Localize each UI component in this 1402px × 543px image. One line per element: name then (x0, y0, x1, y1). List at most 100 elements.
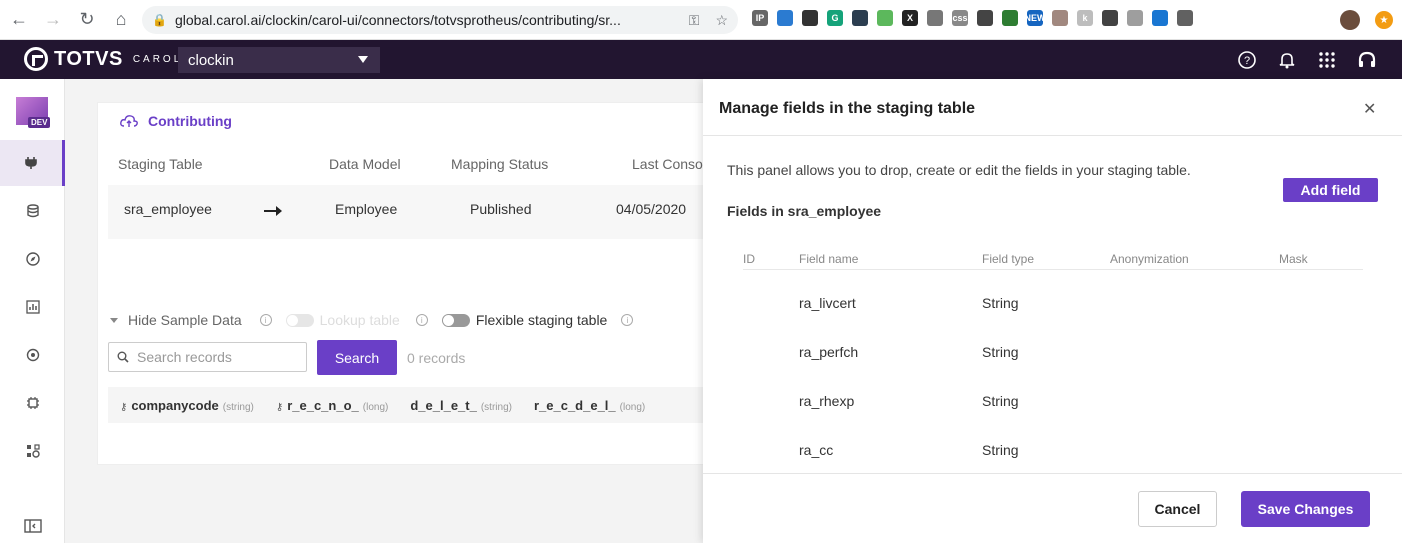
css-ext-icon[interactable]: css (952, 10, 968, 26)
info-icon[interactable]: i (415, 314, 428, 326)
header-id: ID (743, 252, 755, 266)
search-button[interactable]: Search (317, 340, 397, 375)
column-type: (string) (480, 401, 512, 413)
bell-icon[interactable] (1277, 50, 1297, 70)
env-tag: DEV (28, 117, 51, 128)
star-icon[interactable]: ☆ (715, 12, 728, 29)
field-name: ra_rhexp (799, 393, 855, 409)
k-ext-icon[interactable]: k (1077, 10, 1093, 26)
tenant-select[interactable]: clockin (178, 47, 380, 73)
panel-title: Manage fields in the staging table (719, 100, 976, 117)
sample-column-header[interactable]: r_e_c_d_e_l_ (long) (534, 398, 645, 413)
update-badge-icon[interactable]: ★ (1375, 11, 1393, 29)
cell-staging-table[interactable]: sra_employee (124, 201, 212, 217)
search-records-input[interactable]: Search records (108, 342, 307, 372)
tenant-value: clockin (188, 51, 234, 69)
extension-label: NEW (1024, 13, 1046, 23)
contrast-ext-icon[interactable] (1102, 10, 1118, 26)
field-row[interactable]: ra_rhexp String (743, 382, 1363, 431)
user-headset-icon[interactable] (1357, 50, 1377, 70)
column-name: r_e_c_d_e_l_ (533, 397, 616, 413)
column-name: companycode (131, 397, 219, 413)
home-icon[interactable]: ⌂ (106, 5, 136, 35)
qr-ext-icon[interactable] (802, 10, 818, 26)
extension-label: X (906, 13, 913, 23)
grid-ext-icon[interactable] (1152, 10, 1168, 26)
divider (743, 269, 1363, 270)
field-row[interactable]: ra_perfch String (743, 333, 1363, 382)
cloud-upload-icon (120, 115, 138, 127)
url-text: global.carol.ai/clockin/carol-ui/connect… (174, 12, 621, 28)
col-header-mapping-status: Mapping Status (451, 156, 549, 172)
totvs-logo: TOTVS CAROL (24, 47, 182, 71)
flexible-staging-table-switch[interactable] (441, 313, 470, 327)
contributing-card: Contributing Staging Table Data Model Ma… (97, 102, 708, 465)
card-title: Contributing (120, 113, 232, 129)
divider (703, 135, 1402, 136)
lookup-table-switch (285, 313, 314, 327)
cancel-button[interactable]: Cancel (1138, 491, 1217, 527)
column-name: d_e_l_e_t_ (410, 397, 477, 413)
header-field-type: Field type (982, 252, 1035, 266)
lock-icon: 🔒 (152, 13, 167, 27)
fields-subtitle: Fields in sra_employee (727, 203, 882, 219)
chip-icon[interactable] (0, 380, 65, 426)
back-arrow-icon[interactable]: ← (4, 5, 34, 35)
puzzle-ext-icon[interactable] (1002, 10, 1018, 26)
save-changes-button[interactable]: Save Changes (1241, 491, 1370, 527)
search-icon (117, 351, 129, 363)
add-field-button[interactable]: Add field (1283, 178, 1378, 202)
sheet-ext-icon[interactable] (877, 10, 893, 26)
key-icon: ⚷ (120, 401, 128, 413)
extension-label: k (1082, 13, 1088, 23)
compass-icon[interactable] (0, 236, 65, 282)
calendar-ext-icon[interactable] (777, 10, 793, 26)
field-name: ra_cc (799, 442, 834, 458)
hide-sample-data-toggle[interactable]: Hide Sample Data (128, 312, 242, 328)
apps-grid-icon[interactable] (1317, 50, 1337, 70)
totvs-logo-mark (24, 47, 48, 71)
ip-ext-icon[interactable]: IP (752, 10, 768, 26)
bulb-ext-icon[interactable] (927, 10, 943, 26)
address-bar[interactable]: 🔒 global.carol.ai/clockin/carol-ui/conne… (142, 6, 738, 34)
caret-down-icon[interactable] (110, 317, 118, 323)
sample-column-header[interactable]: d_e_l_e_t_ (string) (410, 398, 512, 413)
dark-ext-icon[interactable] (852, 10, 868, 26)
header-mask: Mask (1279, 252, 1308, 266)
search-placeholder: Search records (137, 349, 232, 365)
sample-column-header[interactable]: ⚷ companycode (string) (120, 398, 254, 413)
sample-column-header[interactable]: ⚷ r_e_c_n_o_ (long) (276, 398, 388, 413)
extension-label: IP (755, 13, 765, 23)
key-icon[interactable]: ⚿ (689, 12, 700, 29)
field-type: String (982, 442, 1019, 458)
circle-ext-icon[interactable] (1177, 10, 1193, 26)
camera-ext-icon[interactable] (1127, 10, 1143, 26)
new-ext-icon[interactable]: NEW (1024, 10, 1046, 26)
book-ext-icon[interactable] (977, 10, 993, 26)
forward-arrow-icon[interactable]: → (38, 5, 68, 35)
ai-icon[interactable] (0, 332, 65, 378)
field-type: String (982, 393, 1019, 409)
box-ext-icon[interactable] (1052, 10, 1068, 26)
reload-icon[interactable]: ↻ (72, 5, 102, 35)
cell-mapping-status: Published (470, 201, 532, 217)
close-icon[interactable]: ✕ (1363, 99, 1376, 119)
app-header: TOTVS CAROL clockin ? (0, 40, 1402, 79)
chart-icon[interactable] (0, 284, 65, 330)
database-icon[interactable] (0, 188, 65, 234)
grammarly-ext-icon[interactable]: G (827, 10, 843, 26)
manage-fields-panel: Manage fields in the staging table ✕ Thi… (703, 79, 1402, 543)
info-icon[interactable]: i (259, 314, 272, 326)
col-header-staging-table: Staging Table (118, 156, 203, 172)
collapse-sidebar-icon[interactable] (0, 503, 65, 543)
info-icon[interactable]: i (621, 314, 634, 326)
x-ext-icon[interactable]: X (902, 10, 918, 26)
profile-avatar[interactable] (1340, 10, 1360, 30)
field-row[interactable]: ra_livcert String (743, 284, 1363, 333)
panel-description: This panel allows you to drop, create or… (727, 162, 1191, 178)
settings-grid-icon[interactable] (0, 428, 65, 474)
environment-badge[interactable]: DEV (16, 97, 51, 128)
help-icon[interactable]: ? (1237, 50, 1257, 70)
plug-icon[interactable] (0, 140, 65, 186)
flexible-staging-table-label: Flexible staging table (475, 312, 608, 328)
